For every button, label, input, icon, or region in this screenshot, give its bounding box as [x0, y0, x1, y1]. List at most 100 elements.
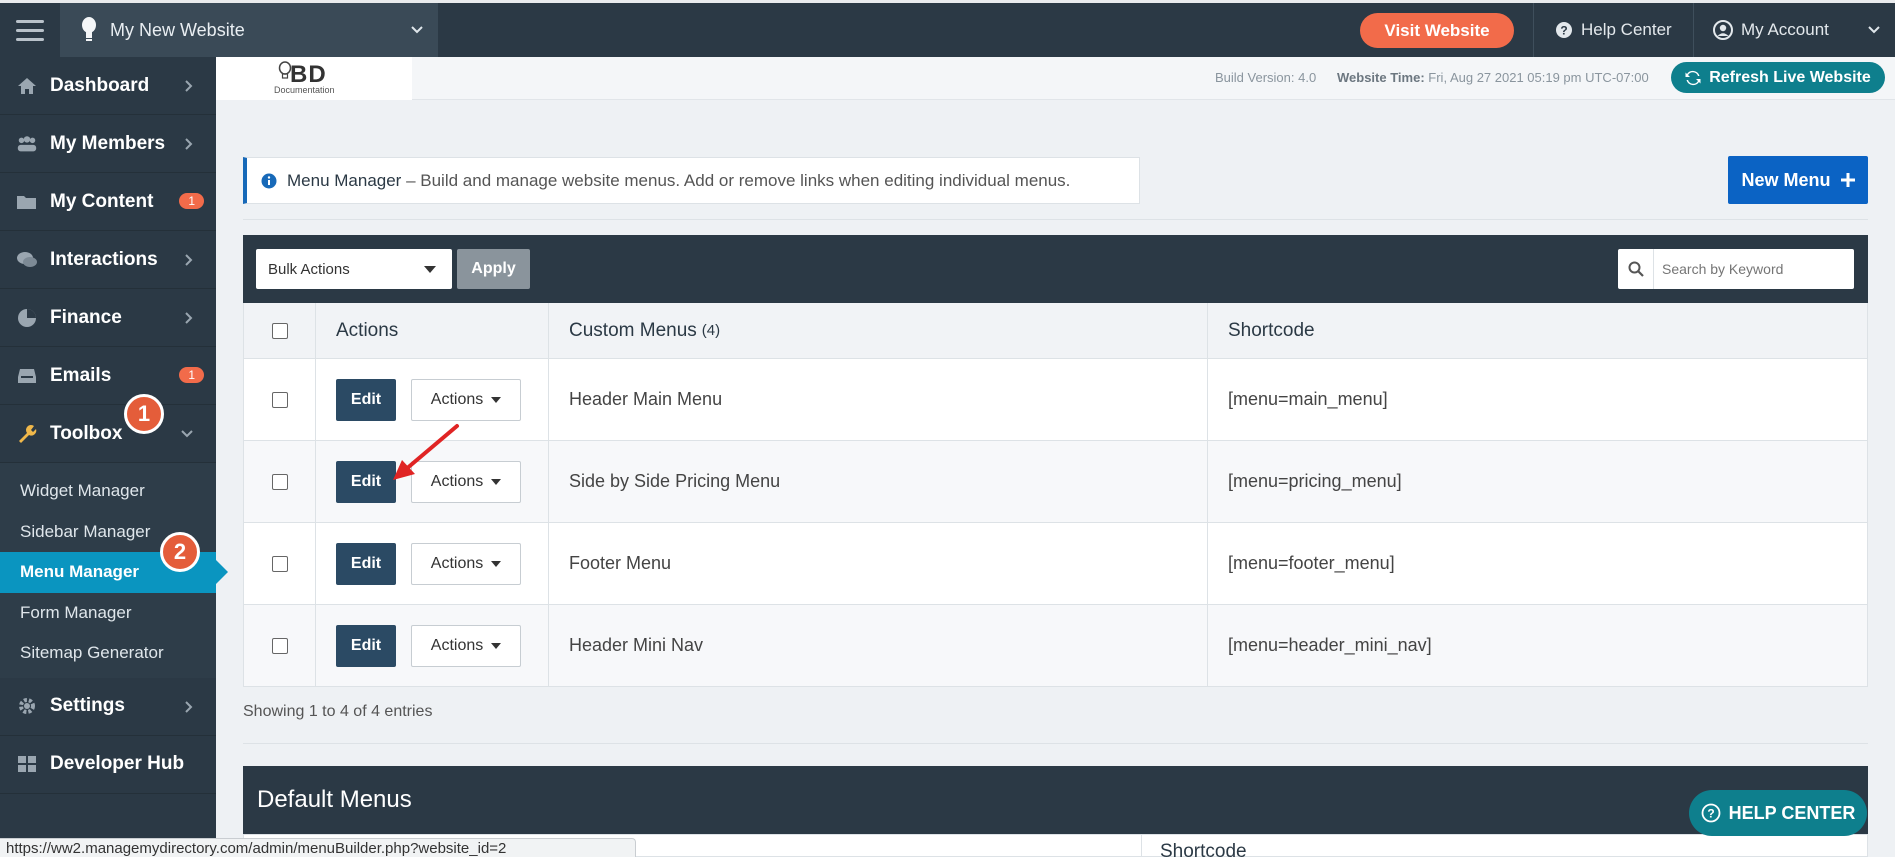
custom-menus-header-label: Custom Menus	[569, 319, 697, 341]
sidebar-item-toolbox[interactable]: Toolbox	[0, 405, 216, 463]
select-all-checkbox[interactable]	[271, 322, 288, 339]
chevron-right-icon	[185, 80, 193, 92]
hamburger-menu-icon[interactable]	[0, 3, 60, 57]
step-marker-1: 1	[124, 394, 164, 434]
svg-text:?: ?	[1707, 807, 1714, 821]
actions-dropdown-button[interactable]: Actions	[411, 378, 521, 421]
bulk-actions-label: Bulk Actions	[268, 260, 350, 278]
notification-badge: 1	[179, 193, 204, 209]
search-input[interactable]	[1654, 261, 1844, 277]
chevron-right-icon	[185, 700, 193, 713]
actions-label: Actions	[430, 390, 484, 408]
sidebar-item-my-members[interactable]: My Members	[0, 115, 216, 173]
header-custom-menus[interactable]: Custom Menus (4)	[549, 303, 1208, 358]
question-circle-icon: ?	[1701, 803, 1721, 823]
visit-website-button[interactable]: Visit Website	[1360, 13, 1514, 48]
actions-dropdown-button[interactable]: Actions	[411, 624, 521, 667]
edit-button[interactable]: Edit	[336, 542, 396, 585]
users-icon	[16, 133, 38, 155]
edit-button[interactable]: Edit	[336, 378, 396, 421]
website-selector[interactable]: My New Website	[60, 3, 438, 57]
help-center-float-label: HELP CENTER	[1728, 802, 1856, 823]
sidebar-item-label: My Members	[50, 132, 166, 154]
divider	[1533, 3, 1534, 57]
menu-shortcode: [menu=footer_menu]	[1228, 553, 1395, 573]
my-account-label: My Account	[1741, 20, 1829, 39]
sidebar-item-label: Finance	[50, 306, 122, 328]
row-checkbox-cell	[244, 441, 316, 522]
bulk-actions-select[interactable]: Bulk Actions	[256, 249, 452, 289]
brand-logo[interactable]: BD Documentation	[216, 57, 412, 100]
divider	[1141, 835, 1142, 857]
default-menus-title: Default Menus	[257, 786, 412, 813]
refresh-label: Refresh Live Website	[1709, 68, 1871, 86]
build-value: 4.0	[1298, 70, 1317, 85]
entries-summary: Showing 1 to 4 of 4 entries	[243, 703, 433, 720]
row-checkbox[interactable]	[271, 637, 288, 654]
custom-menus-table: Actions Custom Menus (4) Shortcode Edit A…	[243, 303, 1868, 687]
menu-name: Header Mini Nav	[549, 605, 1208, 686]
row-checkbox[interactable]	[271, 473, 288, 490]
caret-down-icon	[491, 478, 502, 485]
sidebar-item-label: Dashboard	[50, 74, 150, 96]
sidebar-item-label: Interactions	[50, 248, 158, 270]
menu-name: Footer Menu	[549, 523, 1208, 604]
user-circle-icon	[1713, 20, 1733, 40]
submenu-form-manager[interactable]: Form Manager	[0, 593, 216, 634]
table-toolbar: Bulk Actions Apply	[243, 235, 1868, 303]
menu-shortcode: [menu=pricing_menu]	[1228, 471, 1402, 491]
submenu-widget-manager[interactable]: Widget Manager	[0, 471, 216, 512]
edit-button[interactable]: Edit	[336, 624, 396, 667]
header-strip: BD Documentation Build Version: 4.0 Webs…	[216, 57, 1895, 100]
row-checkbox[interactable]	[271, 555, 288, 572]
sidebar-item-my-content[interactable]: My Content 1	[0, 173, 216, 231]
caret-down-icon	[491, 560, 502, 567]
sidebar-item-settings[interactable]: Settings	[0, 678, 216, 736]
chevron-down-icon	[411, 26, 423, 34]
pie-chart-icon	[16, 307, 38, 329]
header-shortcode[interactable]: Shortcode	[1208, 303, 1867, 358]
refresh-icon	[1685, 70, 1701, 85]
sidebar-item-dashboard[interactable]: Dashboard	[0, 57, 216, 115]
website-name: My New Website	[110, 19, 245, 40]
caret-down-icon	[491, 642, 502, 649]
lightbulb-icon	[82, 17, 96, 41]
menu-shortcode: [menu=header_mini_nav]	[1228, 635, 1432, 655]
annotation-arrow-icon	[393, 424, 459, 480]
help-center-label: Help Center	[1581, 20, 1672, 39]
submenu-sitemap-generator[interactable]: Sitemap Generator	[0, 633, 216, 674]
row-checkbox-cell	[244, 359, 316, 440]
notification-badge: 1	[179, 367, 204, 383]
sidebar-item-developer-hub[interactable]: Developer Hub	[0, 736, 216, 794]
sidebar-item-label: Developer Hub	[50, 753, 185, 774]
row-checkbox[interactable]	[271, 391, 288, 408]
my-account-menu[interactable]: My Account	[1713, 3, 1895, 57]
default-menus-header: Default Menus	[243, 766, 1868, 834]
menu-count: (4)	[701, 322, 721, 339]
page-info-bar: Menu Manager – Build and manage website …	[243, 157, 1140, 204]
help-center-link[interactable]: ? Help Center	[1555, 3, 1672, 57]
divider	[1693, 3, 1694, 57]
plus-icon	[1840, 173, 1855, 187]
actions-dropdown-button[interactable]: Actions	[411, 542, 521, 585]
build-version: Build Version: 4.0	[1215, 70, 1316, 85]
sidebar-item-emails[interactable]: Emails 1	[0, 347, 216, 405]
page-description: – Build and manage website menus. Add or…	[406, 170, 1071, 190]
time-value: Fri, Aug 27 2021 05:19 pm UTC-07:00	[1428, 70, 1649, 85]
chevron-right-icon	[185, 254, 193, 266]
sidebar-item-interactions[interactable]: Interactions	[0, 231, 216, 289]
new-menu-button[interactable]: New Menu	[1728, 156, 1868, 204]
chevron-right-icon	[185, 138, 193, 150]
chevron-down-icon	[181, 430, 193, 438]
table-row: Edit Actions Footer Menu [menu=footer_me…	[244, 522, 1867, 604]
sidebar-item-label: Settings	[50, 695, 125, 716]
caret-down-icon	[424, 266, 436, 273]
row-checkbox-cell	[244, 523, 316, 604]
refresh-live-website-button[interactable]: Refresh Live Website	[1671, 62, 1885, 93]
sidebar-item-finance[interactable]: Finance	[0, 289, 216, 347]
help-center-float-button[interactable]: ? HELP CENTER	[1689, 790, 1867, 836]
comments-icon	[16, 249, 38, 271]
apply-button[interactable]: Apply	[457, 249, 530, 289]
gear-icon	[16, 695, 38, 717]
build-label: Build Version:	[1215, 70, 1295, 85]
